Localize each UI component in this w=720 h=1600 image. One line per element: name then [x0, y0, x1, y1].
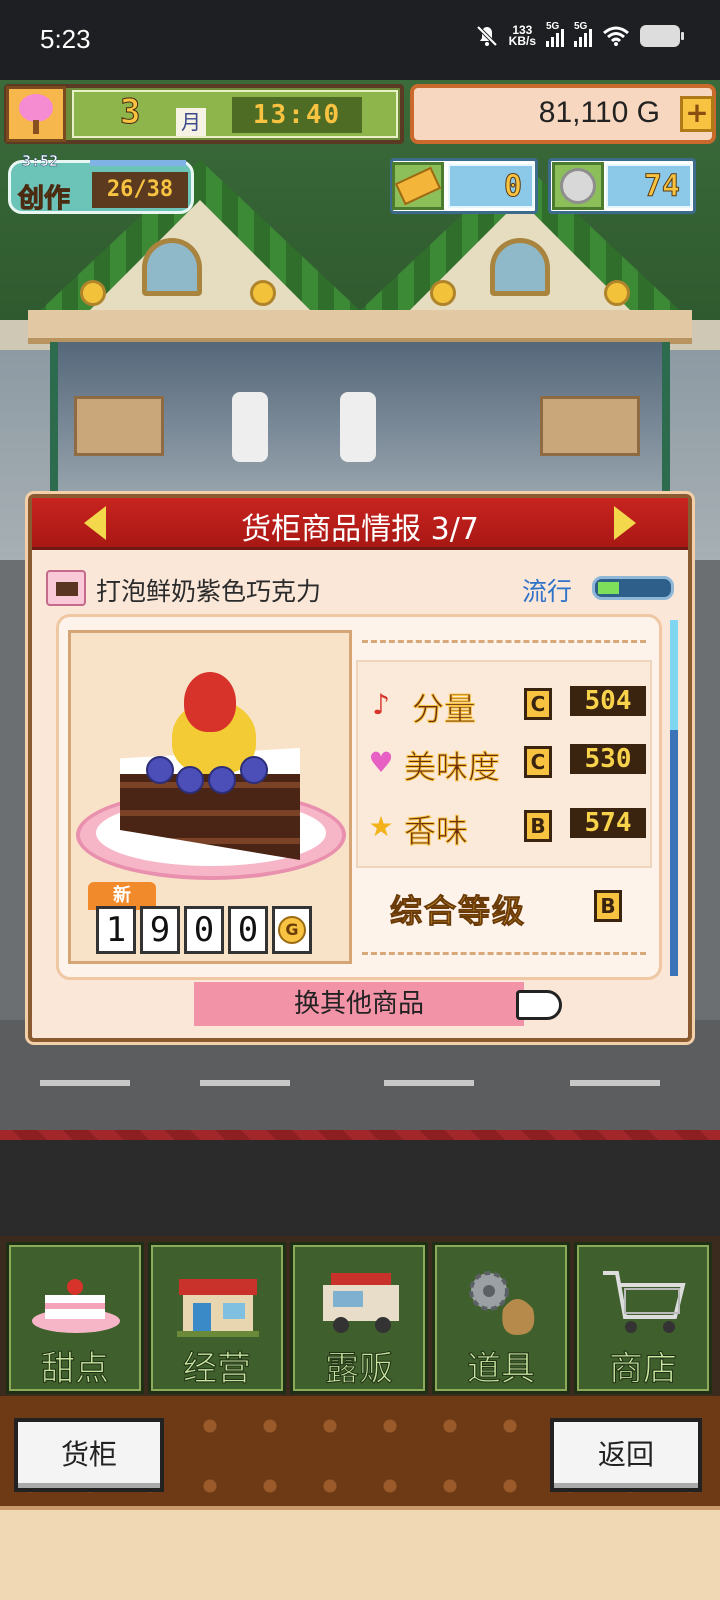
nav-item-manage[interactable]: 经营: [148, 1242, 286, 1394]
road-line: [570, 1080, 660, 1086]
stat-grade-volume: C: [524, 688, 552, 720]
divider: [362, 640, 646, 643]
season-tree-button[interactable]: [6, 86, 66, 142]
add-gold-button[interactable]: +: [680, 96, 714, 132]
dialog-title: 货柜商品情报 3/7: [241, 512, 479, 547]
ticket-icon: [394, 166, 442, 206]
change-item-button[interactable]: 换其他商品: [194, 982, 524, 1026]
cherry-tree-icon: [17, 94, 55, 134]
medal-icon: [560, 168, 596, 204]
status-bar: 5:23 133 KB/s 5G 5G: [0, 0, 720, 80]
network-speed: 133 KB/s: [508, 23, 536, 48]
price-digit: 1: [96, 906, 136, 954]
blueberry: [240, 756, 268, 784]
create-count: 26/38: [92, 172, 188, 208]
baker-character: [340, 392, 376, 462]
road-line: [384, 1080, 474, 1086]
gold-amount: 81,110 G: [538, 96, 660, 129]
ticket-count: 0: [448, 164, 534, 208]
pointing-hand-icon: [516, 990, 562, 1020]
stat-grade-aroma: B: [524, 810, 552, 842]
create-label: 创作: [17, 184, 71, 215]
status-icons: 133 KB/s 5G 5G: [475, 21, 684, 48]
stat-value-taste: 530: [570, 744, 646, 774]
window-left: [142, 238, 202, 296]
cart-icon: [603, 1271, 686, 1333]
lamp: [604, 280, 630, 306]
food-truck-icon: [323, 1273, 399, 1333]
stat-value-aroma: 574: [570, 808, 646, 838]
shop-awning: [28, 310, 692, 344]
lamp: [250, 280, 276, 306]
price-unit: G: [272, 906, 312, 954]
nav-item-store[interactable]: 商店: [574, 1242, 712, 1394]
nav-label: 露贩: [325, 1349, 394, 1390]
road-line: [40, 1080, 130, 1086]
blueberry: [176, 766, 204, 794]
back-button[interactable]: 返回: [550, 1418, 702, 1492]
cake-icon: [32, 1279, 120, 1333]
signal-icon: 5G: [574, 21, 592, 47]
trend-meter-fill: [598, 582, 619, 594]
stat-label-volume: 分量: [411, 690, 477, 729]
stat-label-aroma: 香味: [403, 812, 469, 851]
create-timer: 3:52: [22, 152, 59, 171]
baker-character: [232, 392, 268, 462]
price-digit: 0: [184, 906, 224, 954]
star-icon: ★: [368, 810, 394, 843]
create-progress-bar: [90, 160, 186, 166]
nav-label: 道具: [467, 1349, 536, 1390]
price-digit: 0: [228, 906, 268, 954]
shop-icon: [177, 1279, 259, 1337]
month-unit: 月: [176, 108, 206, 136]
counter-button[interactable]: 货柜: [14, 1418, 164, 1492]
overall-grade-label: 综合等级: [389, 892, 527, 931]
wifi-icon: [603, 26, 629, 46]
game-clock: 13:40: [232, 97, 362, 133]
medal-icon-box: [552, 162, 604, 210]
gear-bag-icon: [469, 1271, 535, 1335]
nav-label: 经营: [183, 1349, 252, 1390]
music-note-icon: ♪: [372, 688, 390, 721]
trend-label: 流行: [522, 577, 573, 606]
stat-label-taste: 美味度: [403, 748, 501, 787]
nav-label: 商店: [609, 1349, 678, 1390]
price-digit: 9: [140, 906, 180, 954]
nav-item-tools[interactable]: 道具: [432, 1242, 570, 1394]
stat-grade-taste: C: [524, 746, 552, 778]
stat-value-volume: 504: [570, 686, 646, 716]
status-time: 5:23: [40, 24, 91, 54]
road-line: [200, 1080, 290, 1086]
prev-arrow-icon[interactable]: [84, 506, 106, 540]
cake-category-icon: [46, 570, 86, 606]
bread-shelf: [74, 396, 164, 456]
divider: [362, 952, 646, 955]
medal-count: 74: [606, 164, 692, 208]
battery-icon: [640, 25, 684, 47]
strawberry-graphic: [184, 672, 236, 732]
nav-item-dessert[interactable]: 甜点: [6, 1242, 144, 1394]
price-display: 1 9 0 0 G: [96, 906, 312, 954]
item-name: 打泡鲜奶紫色巧克力: [96, 577, 322, 606]
coin-g-icon: G: [278, 916, 306, 944]
blueberry: [146, 756, 174, 784]
mute-bell-icon: [476, 25, 498, 47]
blueberry: [208, 766, 236, 794]
window-right: [490, 238, 550, 296]
signal-icon: 5G: [546, 21, 564, 47]
scrollbar-thumb[interactable]: [670, 620, 678, 730]
nav-item-stall[interactable]: 露贩: [290, 1242, 428, 1394]
lamp: [80, 280, 106, 306]
ticket-icon-box: [392, 162, 444, 210]
overall-grade: B: [594, 890, 622, 922]
heart-icon: ♥: [368, 746, 394, 779]
next-arrow-icon[interactable]: [614, 506, 636, 540]
brick-pavement: [0, 1130, 720, 1140]
display-shelf: [540, 396, 640, 456]
nav-label: 甜点: [41, 1349, 110, 1390]
lamp: [430, 280, 456, 306]
month-number: 3: [119, 92, 141, 133]
